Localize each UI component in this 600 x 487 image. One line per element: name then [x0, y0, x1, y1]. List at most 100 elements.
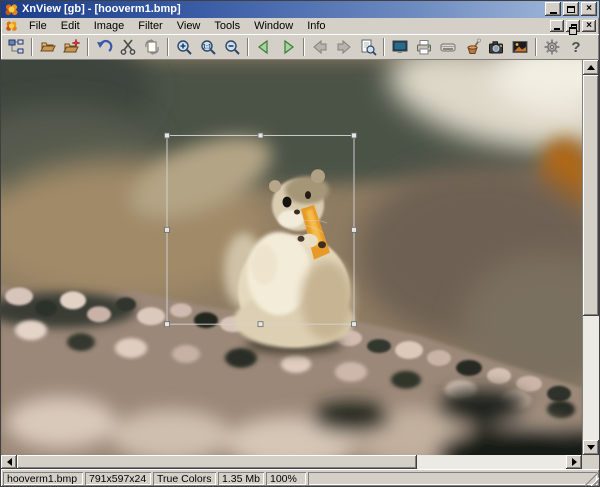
properties-icon [359, 38, 377, 56]
mdi-close-icon: × [586, 21, 592, 31]
zoom-in-icon [175, 38, 193, 56]
status-dimensions: 791x597x24 [85, 472, 151, 485]
horizontal-scroll-thumb[interactable] [17, 455, 417, 469]
scroll-up-button[interactable] [583, 60, 599, 75]
options-button[interactable] [540, 36, 564, 58]
photo-squirrel [1, 60, 582, 455]
toolbar-separator [31, 38, 33, 56]
previous-button[interactable] [252, 36, 276, 58]
batch-button[interactable] [460, 36, 484, 58]
menu-file[interactable]: File [22, 19, 54, 33]
app-logo-icon [4, 3, 19, 16]
new-folder-button[interactable] [60, 36, 84, 58]
properties-button[interactable] [356, 36, 380, 58]
toolbar: 1:1 [1, 34, 599, 59]
document-icon [5, 20, 18, 32]
help-icon: ? [567, 38, 585, 56]
close-icon: × [586, 4, 592, 14]
minimize-button[interactable] [545, 2, 561, 16]
fullscreen-icon [391, 38, 409, 56]
toolbar-separator [247, 38, 249, 56]
print-icon [415, 38, 433, 56]
image-canvas[interactable] [1, 60, 582, 455]
xnview-window: XnView [gb] - [hooverm1.bmp] × File Edit… [0, 0, 600, 487]
toolbar-separator [303, 38, 305, 56]
capture-button[interactable] [484, 36, 508, 58]
scroll-right-button[interactable] [566, 455, 582, 469]
menu-image[interactable]: Image [87, 19, 132, 33]
scroll-down-button[interactable] [583, 440, 599, 455]
selection-handle[interactable] [258, 321, 263, 326]
menu-edit[interactable]: Edit [54, 19, 87, 33]
menu-view[interactable]: View [170, 19, 208, 33]
arrow-up-icon [587, 65, 595, 70]
mdi-minimize-button[interactable] [550, 20, 564, 32]
maximize-button[interactable] [563, 2, 579, 16]
scrollbar-corner [582, 455, 599, 469]
open-folder-icon [39, 38, 57, 56]
next-button[interactable] [276, 36, 300, 58]
options-gear-icon [543, 38, 561, 56]
menu-filter[interactable]: Filter [131, 19, 169, 33]
minimize-icon [550, 12, 557, 14]
fullscreen-button[interactable] [388, 36, 412, 58]
status-empty [308, 472, 597, 485]
zoom-actual-button[interactable]: 1:1 [196, 36, 220, 58]
maximize-icon [567, 6, 575, 13]
svg-text:1:1: 1:1 [203, 44, 212, 50]
title-bar: XnView [gb] - [hooverm1.bmp] × [1, 1, 599, 18]
menu-info[interactable]: Info [300, 19, 332, 33]
zoom-out-button[interactable] [220, 36, 244, 58]
menu-tools[interactable]: Tools [207, 19, 247, 33]
zoom-actual-icon: 1:1 [199, 38, 217, 56]
status-color-depth: True Colors [153, 472, 216, 485]
menu-window[interactable]: Window [247, 19, 300, 33]
selection-handle[interactable] [352, 133, 357, 138]
forward-button[interactable] [332, 36, 356, 58]
selection-handle[interactable] [165, 321, 170, 326]
selection-handle[interactable] [165, 133, 170, 138]
svg-text:?: ? [571, 39, 580, 56]
cut-button[interactable] [116, 36, 140, 58]
vertical-scroll-thumb[interactable] [583, 75, 599, 316]
previous-icon [255, 38, 273, 56]
mdi-close-button[interactable]: × [582, 20, 596, 32]
acquire-button[interactable] [436, 36, 460, 58]
rotate-button[interactable] [140, 36, 164, 58]
zoom-out-icon [223, 38, 241, 56]
undo-icon [95, 38, 113, 56]
close-button[interactable]: × [581, 2, 597, 16]
status-filename: hooverm1.bmp [3, 472, 83, 485]
selection-handle[interactable] [352, 227, 357, 232]
arrow-down-icon [587, 445, 595, 450]
mdi-restore-button[interactable] [566, 20, 580, 32]
browser-button[interactable] [4, 36, 28, 58]
window-title: XnView [gb] - [hooverm1.bmp] [22, 3, 545, 16]
help-button[interactable]: ? [564, 36, 588, 58]
status-file-size: 1.35 Mb [218, 472, 264, 485]
wallpaper-icon [511, 38, 529, 56]
selection-handle[interactable] [165, 227, 170, 232]
toolbar-separator [383, 38, 385, 56]
status-zoom-level: 100% [266, 472, 306, 485]
zoom-in-button[interactable] [172, 36, 196, 58]
undo-button[interactable] [92, 36, 116, 58]
capture-icon [487, 38, 505, 56]
forward-icon [335, 38, 353, 56]
open-button[interactable] [36, 36, 60, 58]
back-button[interactable] [308, 36, 332, 58]
acquire-icon [439, 38, 457, 56]
rotate-icon [143, 38, 161, 56]
next-icon [279, 38, 297, 56]
selection-handle[interactable] [352, 321, 357, 326]
mdi-minimize-icon [554, 28, 560, 30]
menu-bar: File Edit Image Filter View Tools Window… [1, 18, 599, 34]
mdi-restore-icon [571, 24, 577, 29]
vertical-scrollbar[interactable] [582, 60, 599, 455]
wallpaper-button[interactable] [508, 36, 532, 58]
horizontal-scrollbar[interactable] [1, 455, 582, 469]
cut-icon [119, 38, 137, 56]
scroll-left-button[interactable] [1, 455, 17, 469]
selection-handle[interactable] [258, 133, 263, 138]
print-button[interactable] [412, 36, 436, 58]
